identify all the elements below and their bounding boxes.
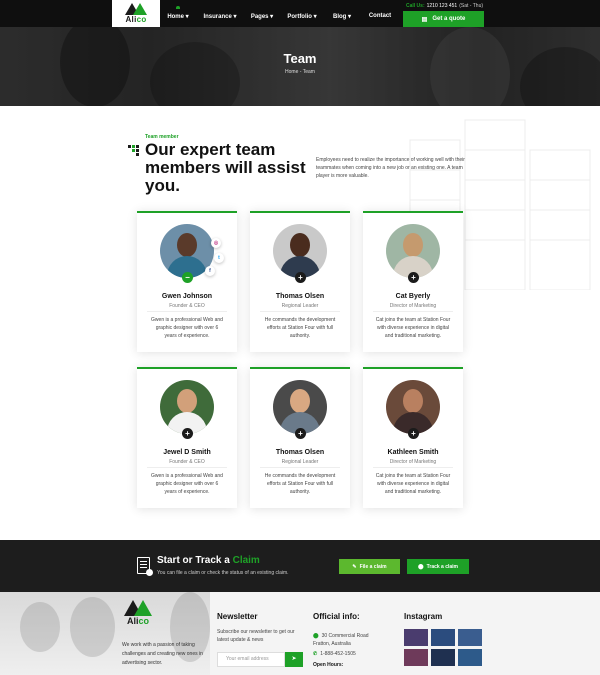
instagram-thumb[interactable] — [431, 649, 455, 666]
claim-document-icon — [137, 557, 153, 576]
team-card: + Thomas Olsen Regional Leader He comman… — [250, 211, 350, 352]
send-icon[interactable]: ➤ — [285, 652, 303, 667]
dots-decoration-icon — [128, 145, 140, 157]
claim-title: Start or Track a Claim — [157, 555, 260, 566]
social-toggle-button[interactable]: + — [408, 272, 419, 283]
claim-subtitle: You can file a claim or check the status… — [157, 570, 289, 576]
team-card: + Jewel D Smith Founder & CEO Gwen is a … — [137, 367, 237, 508]
member-role: Founder & CEO — [169, 459, 205, 465]
member-name: Cat Byerly — [395, 293, 431, 300]
instagram-grid — [404, 629, 482, 666]
pencil-icon: ✎ — [352, 563, 357, 570]
member-name: Thomas Olsen — [275, 293, 325, 300]
active-indicator — [176, 6, 180, 9]
address-text: ⬤ 30 Commercial Road Fratton, Australia — [313, 633, 369, 647]
nav-item-home[interactable]: Home ▾ — [160, 0, 196, 27]
member-role: Director of Marketing — [389, 459, 437, 465]
social-toggle-button[interactable]: + — [182, 428, 193, 439]
page-hero: Team Home - Team — [0, 27, 600, 106]
nav-item-insurance[interactable]: Insurance ▾ — [196, 0, 244, 27]
phone-text[interactable]: ✆ 1-888-452-1505 — [313, 650, 356, 658]
divider — [147, 467, 227, 468]
divider — [260, 467, 340, 468]
claim-banner: Start or Track a Claim You can file a cl… — [0, 540, 600, 592]
social-toggle-button[interactable]: + — [408, 428, 419, 439]
instagram-thumb[interactable] — [458, 649, 482, 666]
avatar[interactable] — [386, 224, 440, 278]
social-toggle-button[interactable]: + — [295, 272, 306, 283]
get-quote-button[interactable]: ▤ Get a quote — [403, 11, 484, 27]
member-name: Thomas Olsen — [275, 449, 325, 456]
section-title: Our expert team members will assist you. — [145, 140, 306, 195]
location-icon: ⬤ — [313, 633, 319, 639]
team-card: ◎ t f − Gwen Johnson Founder & CEO Gwen … — [137, 211, 237, 352]
page-title: Team — [283, 51, 317, 66]
team-card: + Thomas Olsen Regional Leader He comman… — [250, 367, 350, 508]
facebook-icon[interactable]: f — [205, 266, 215, 276]
newsletter-text: Subscribe our newsletter to get our late… — [217, 629, 295, 643]
member-role: Director of Marketing — [389, 303, 437, 309]
team-card: + Kathleen Smith Director of Marketing C… — [363, 367, 463, 508]
member-bio: Cat joins the team at Station Four with … — [375, 317, 451, 339]
logo-mark-icon — [124, 600, 152, 616]
logo-mark-icon — [125, 3, 147, 15]
member-bio: He commands the development efforts at S… — [264, 317, 336, 339]
member-bio: Gwen is a professional Web and graphic d… — [151, 317, 223, 339]
track-claim-button[interactable]: ⬤ Track a claim — [407, 559, 469, 574]
twitter-icon[interactable]: t — [214, 253, 224, 263]
section-description: Employees need to realize the importance… — [316, 157, 465, 179]
social-toggle-button[interactable]: + — [295, 428, 306, 439]
site-logo[interactable]: Alico — [112, 0, 160, 27]
member-name: Gwen Johnson — [161, 293, 213, 300]
instagram-icon[interactable]: ◎ — [211, 238, 221, 248]
divider — [147, 311, 227, 312]
team-card: + Cat Byerly Director of Marketing Cat j… — [363, 211, 463, 352]
nav-item-blog[interactable]: Blog ▾ — [324, 0, 360, 27]
breadcrumb[interactable]: Home - Team — [0, 69, 600, 75]
avatar[interactable] — [273, 224, 327, 278]
newsletter-title: Newsletter — [217, 612, 258, 621]
document-icon: ▤ — [421, 16, 428, 23]
call-number[interactable]: 1210 123 451 — [427, 3, 458, 9]
file-claim-button[interactable]: ✎ File a claim — [339, 559, 400, 574]
member-bio: Cat joins the team at Station Four with … — [375, 473, 451, 495]
instagram-thumb[interactable] — [431, 629, 455, 646]
divider — [373, 311, 453, 312]
instagram-thumb[interactable] — [404, 629, 428, 646]
footer-about-text: We work with a passion of taking challen… — [122, 642, 203, 666]
newsletter-email-input[interactable]: Your email address — [217, 652, 285, 667]
hours-label: Open Hours: — [313, 662, 344, 668]
call-info: Call Us: 1210 123 451 (Sat - Thu) — [406, 2, 484, 9]
location-pin-icon: ⬤ — [417, 563, 424, 570]
member-bio: Gwen is a professional Web and graphic d… — [151, 473, 223, 495]
divider — [373, 467, 453, 468]
top-navbar: Alico Home ▾ Insurance ▾ Pages ▾ Portfol… — [0, 0, 600, 27]
member-role: Regional Leader — [281, 459, 319, 465]
avatar[interactable] — [273, 380, 327, 434]
phone-icon: ✆ — [313, 651, 318, 657]
social-toggle-button[interactable]: − — [182, 272, 193, 283]
avatar[interactable] — [160, 380, 214, 434]
member-name: Kathleen Smith — [387, 449, 439, 456]
footer-logo[interactable]: Alico — [124, 600, 152, 626]
member-name: Jewel D Smith — [163, 449, 211, 456]
official-info-title: Official info: — [313, 612, 360, 621]
nav-item-pages[interactable]: Pages ▾ — [244, 0, 280, 27]
avatar[interactable] — [386, 380, 440, 434]
nav-item-portfolio[interactable]: Portfolio ▾ — [280, 0, 324, 27]
member-bio: He commands the development efforts at S… — [264, 473, 336, 495]
instagram-thumb[interactable] — [458, 629, 482, 646]
instagram-thumb[interactable] — [404, 649, 428, 666]
nav-item-contact[interactable]: Contact — [360, 0, 400, 27]
divider — [260, 311, 340, 312]
main-nav: Home ▾ Insurance ▾ Pages ▾ Portfolio ▾ B… — [160, 0, 400, 27]
member-role: Founder & CEO — [169, 303, 205, 309]
instagram-title: Instagram — [404, 612, 443, 621]
member-role: Regional Leader — [281, 303, 319, 309]
